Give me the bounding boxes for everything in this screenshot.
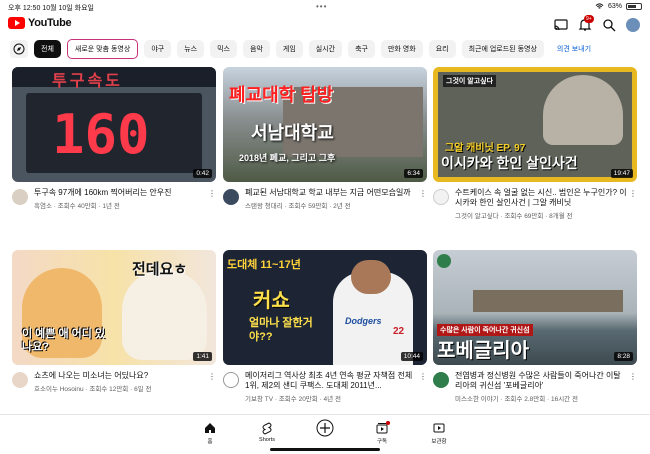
video-metadata: 흑염소 · 조회수 40만회 · 1년 전 xyxy=(34,203,120,210)
notifications-bell-icon[interactable]: 9+ xyxy=(578,15,594,32)
status-bar: 오후 12:50 10월 10일 화요일 ••• 63% xyxy=(0,0,650,14)
chip-cooking[interactable]: 요리 xyxy=(428,40,456,58)
chip-recently-uploaded[interactable]: 최근에 업로드된 동영상 xyxy=(461,40,544,58)
video-title[interactable]: 폐교된 서남대학교 학교 내부는 지금 어떤모습일까 xyxy=(245,188,417,198)
youtube-logo[interactable]: YouTube xyxy=(8,17,72,29)
more-options-icon[interactable]: ⋮ xyxy=(629,189,637,198)
nav-create[interactable] xyxy=(305,419,345,437)
add-icon xyxy=(316,419,334,437)
video-card[interactable]: 전데요ㅎ 이 예쁜 애 어디 있나요? 1:41 쇼츠에 나오는 미소녀는 어딨… xyxy=(12,250,216,393)
wifi-icon xyxy=(595,3,604,9)
video-metadata: 기보창 TV · 조회수 20만회 · 4년 전 xyxy=(245,396,341,403)
channel-avatar[interactable] xyxy=(223,372,239,388)
search-icon[interactable] xyxy=(602,18,616,32)
chip-soccer[interactable]: 축구 xyxy=(348,40,375,58)
home-indicator xyxy=(270,448,380,451)
channel-avatar[interactable] xyxy=(433,189,449,205)
video-duration: 8:28 xyxy=(614,352,633,361)
channel-avatar[interactable] xyxy=(223,189,239,205)
more-options-icon[interactable]: ⋮ xyxy=(419,189,427,198)
video-thumbnail[interactable]: Dodgers 22 도대체 11~17년 커쇼 얼마나 잘한거야?? 10:4… xyxy=(223,250,427,365)
video-card[interactable]: 그것이 알고싶다 그알 캐비닛 EP. 97 이시카와 한인 살인사건 19:4… xyxy=(433,67,637,220)
video-duration: 1:41 xyxy=(193,352,212,361)
channel-avatar[interactable] xyxy=(12,189,28,205)
chip-mix[interactable]: 믹스 xyxy=(210,40,237,58)
more-options-icon[interactable]: ⋮ xyxy=(208,372,216,381)
video-card[interactable]: 폐교대학 탐방 서남대학교 2018년 폐교, 그리고 그후 6:34 폐교된 … xyxy=(223,67,427,210)
nav-shorts-label: Shorts xyxy=(259,437,275,443)
library-icon xyxy=(433,423,445,433)
notification-badge: 9+ xyxy=(584,15,594,23)
nav-subscriptions-label: 구독 xyxy=(376,439,388,445)
nav-library[interactable]: 보관함 xyxy=(419,421,459,445)
home-icon xyxy=(205,423,215,433)
more-options-icon[interactable]: ⋮ xyxy=(629,372,637,381)
app-header: YouTube 9+ xyxy=(0,14,650,36)
video-metadata: 그것이 알고싶다 · 조회수 69만회 · 8개월 전 xyxy=(455,213,573,220)
chip-new-for-you[interactable]: 새로운 맞춤 동영상 xyxy=(66,39,139,59)
account-avatar[interactable] xyxy=(626,18,640,32)
bottom-navigation: 홈 Shorts 구독 보관함 xyxy=(0,414,650,454)
video-card[interactable]: 수많은 사람이 죽어나간 귀신섬 포베글리아 8:28 전염병과 정신병원 수많… xyxy=(433,250,637,403)
video-title[interactable]: 수트케이스 속 얼굴 없는 시신.. 범인은 누구인가? 이시카와 한인 살인사… xyxy=(455,188,627,208)
multitask-dots[interactable]: ••• xyxy=(316,2,327,11)
video-thumbnail[interactable]: 전데요ㅎ 이 예쁜 애 어디 있나요? 1:41 xyxy=(12,250,216,365)
nav-subscriptions[interactable]: 구독 xyxy=(362,421,402,445)
video-metadata: 스탠왕 청대리 · 조회수 59만회 · 2년 전 xyxy=(245,203,351,210)
more-options-icon[interactable]: ⋮ xyxy=(208,189,216,198)
video-title[interactable]: 메이저리그 역사상 최초 4년 연속 평균 자책점 전체 1위, 제2의 샌디 … xyxy=(245,371,417,391)
battery-icon xyxy=(626,3,642,10)
video-duration: 6:34 xyxy=(404,169,423,178)
more-options-icon[interactable]: ⋮ xyxy=(419,372,427,381)
chip-live[interactable]: 실시간 xyxy=(308,40,343,58)
chip-all[interactable]: 전체 xyxy=(34,40,61,58)
status-right: 63% xyxy=(595,3,642,10)
subscriptions-dot xyxy=(386,421,390,425)
chip-gaming[interactable]: 게임 xyxy=(275,40,303,58)
video-title[interactable]: 전염병과 정신병원 수많은 사람들이 죽어나간 이탈리아의 귀신섬 '포베글리아… xyxy=(455,371,627,391)
explore-compass-icon[interactable] xyxy=(10,40,28,58)
video-thumbnail[interactable]: 투구속도 160 0:42 xyxy=(12,67,216,182)
cast-icon[interactable] xyxy=(554,18,568,32)
chip-news[interactable]: 뉴스 xyxy=(177,40,205,58)
filter-chips: 전체 새로운 맞춤 동영상 야구 뉴스 믹스 음악 게임 실시간 축구 만화 영… xyxy=(10,39,642,59)
channel-avatar[interactable] xyxy=(12,372,28,388)
video-thumbnail[interactable]: 수많은 사람이 죽어나간 귀신섬 포베글리아 8:28 xyxy=(433,250,637,365)
nav-home-label: 홈 xyxy=(207,439,213,445)
video-metadata: 호소이누 Hosoinu · 조회수 12만회 · 6일 전 xyxy=(34,386,152,393)
channel-avatar[interactable] xyxy=(433,372,449,388)
youtube-play-icon xyxy=(8,17,25,29)
nav-home[interactable]: 홈 xyxy=(190,421,230,445)
chip-animation[interactable]: 만화 영화 xyxy=(380,40,423,58)
chip-baseball[interactable]: 야구 xyxy=(144,40,172,58)
video-title[interactable]: 투구속 97개에 160km 찍어버리는 안우진 xyxy=(34,188,206,198)
shorts-icon xyxy=(262,421,272,435)
video-metadata: 미스소한 이야기 · 조회수 2.8만회 · 16시간 전 xyxy=(455,396,578,403)
video-duration: 10:44 xyxy=(400,352,423,361)
video-card[interactable]: 투구속도 160 0:42 투구속 97개에 160km 찍어버리는 안우진 흑… xyxy=(12,67,216,210)
nav-shorts[interactable]: Shorts xyxy=(247,421,287,443)
chip-music[interactable]: 음악 xyxy=(242,40,270,58)
video-card[interactable]: Dodgers 22 도대체 11~17년 커쇼 얼마나 잘한거야?? 10:4… xyxy=(223,250,427,403)
send-feedback-link[interactable]: 의견 보내기 xyxy=(550,40,598,58)
video-thumbnail[interactable]: 그것이 알고싶다 그알 캐비닛 EP. 97 이시카와 한인 살인사건 19:4… xyxy=(433,67,637,182)
video-duration: 19:47 xyxy=(610,169,633,178)
video-duration: 0:42 xyxy=(193,169,212,178)
battery-percent: 63% xyxy=(607,3,622,10)
nav-library-label: 보관함 xyxy=(431,439,447,445)
video-thumbnail[interactable]: 폐교대학 탐방 서남대학교 2018년 폐교, 그리고 그후 6:34 xyxy=(223,67,427,182)
video-title[interactable]: 쇼츠에 나오는 미소녀는 어딨나요? xyxy=(34,371,206,381)
status-time: 오후 12:50 10월 10일 화요일 xyxy=(8,5,94,12)
